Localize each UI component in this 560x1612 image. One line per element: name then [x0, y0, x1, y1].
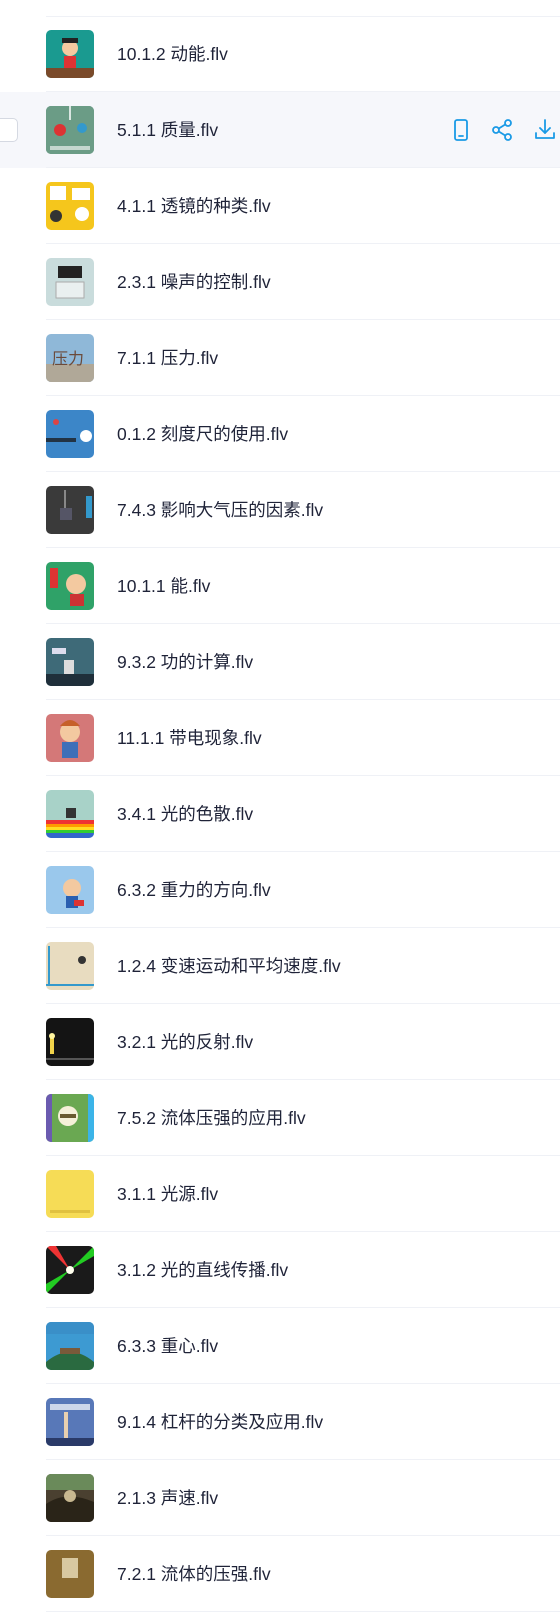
file-row[interactable]: 10.1.1 能.flv — [0, 548, 560, 624]
thumb-mass — [46, 106, 94, 154]
thumb-fluid2 — [46, 1550, 94, 1598]
file-row[interactable]: 6.3.2 重力的方向.flv — [0, 852, 560, 928]
thumb-speed — [46, 942, 94, 990]
download-icon — [532, 117, 558, 143]
thumb-cog — [46, 1322, 94, 1370]
file-name[interactable]: 3.1.2 光的直线传播.flv — [117, 1259, 288, 1281]
row-actions — [448, 117, 560, 143]
file-row[interactable]: 2.1.3 声速.flv — [0, 1460, 560, 1536]
thumb-light — [46, 1170, 94, 1218]
file-name[interactable]: 4.1.1 透镜的种类.flv — [117, 195, 271, 217]
svg-text:压力: 压力 — [52, 349, 84, 368]
file-row[interactable]: 2.3.1 噪声的控制.flv — [0, 244, 560, 320]
file-name[interactable]: 5.1.1 质量.flv — [117, 119, 218, 141]
thumb-energy — [46, 562, 94, 610]
thumb-disp — [46, 790, 94, 838]
file-name[interactable]: 3.1.1 光源.flv — [117, 1183, 218, 1205]
file-name[interactable]: 2.3.1 噪声的控制.flv — [117, 271, 271, 293]
thumb-work — [46, 638, 94, 686]
file-name[interactable]: 9.1.4 杠杆的分类及应用.flv — [117, 1411, 323, 1433]
thumb-gravity — [46, 866, 94, 914]
thumb-pressure: 压力 — [46, 334, 94, 382]
file-row[interactable]: 5.1.1 质量.flv — [0, 92, 560, 168]
file-row[interactable]: 1.2.4 变速运动和平均速度.flv — [0, 928, 560, 1004]
file-name[interactable]: 10.1.2 动能.flv — [117, 43, 228, 65]
file-row[interactable]: 压力 7.1.1 压力.flv — [0, 320, 560, 396]
thumb-lever — [46, 1398, 94, 1446]
file-row[interactable]: 7.5.2 流体压强的应用.flv — [0, 1080, 560, 1156]
file-row[interactable]: 3.1.1 光源.flv — [0, 1156, 560, 1232]
file-row[interactable]: 3.2.1 光的反射.flv — [0, 1004, 560, 1080]
file-row[interactable]: 4.1.1 透镜的种类.flv — [0, 168, 560, 244]
thumb-noise — [46, 258, 94, 306]
file-name[interactable]: 7.4.3 影响大气压的因素.flv — [117, 499, 323, 521]
share-icon — [489, 117, 515, 143]
file-name[interactable]: 11.1.1 带电现象.flv — [117, 727, 262, 749]
thumb-straight — [46, 1246, 94, 1294]
file-name[interactable]: 10.1.1 能.flv — [117, 575, 210, 597]
file-row[interactable]: 10.1.2 动能.flv — [0, 16, 560, 92]
thumb-ruler — [46, 410, 94, 458]
file-name[interactable]: 6.3.2 重力的方向.flv — [117, 879, 271, 901]
file-row[interactable]: 9.3.2 功的计算.flv — [0, 624, 560, 700]
file-name[interactable]: 3.4.1 光的色散.flv — [117, 803, 253, 825]
mobile-icon — [448, 117, 474, 143]
file-row[interactable]: 3.1.2 光的直线传播.flv — [0, 1232, 560, 1308]
file-row[interactable]: 11.1.1 带电现象.flv — [0, 700, 560, 776]
file-name[interactable]: 6.3.3 重心.flv — [117, 1335, 218, 1357]
file-name[interactable]: 2.1.3 声速.flv — [117, 1487, 218, 1509]
thumb-atm — [46, 486, 94, 534]
file-row[interactable]: 6.3.3 重心.flv — [0, 1308, 560, 1384]
thumb-reflect — [46, 1018, 94, 1066]
send-to-phone-button[interactable] — [448, 117, 474, 143]
thumb-fluid — [46, 1094, 94, 1142]
file-name[interactable]: 9.3.2 功的计算.flv — [117, 651, 253, 673]
file-name[interactable]: 7.1.1 压力.flv — [117, 347, 218, 369]
file-row[interactable]: 9.1.4 杠杆的分类及应用.flv — [0, 1384, 560, 1460]
file-name[interactable]: 7.5.2 流体压强的应用.flv — [117, 1107, 306, 1129]
file-name[interactable]: 7.2.1 流体的压强.flv — [117, 1563, 271, 1585]
file-name[interactable]: 1.2.4 变速运动和平均速度.flv — [117, 955, 341, 977]
thumb-charge — [46, 714, 94, 762]
thumb-lens — [46, 182, 94, 230]
thumb-sound — [46, 1474, 94, 1522]
file-name[interactable]: 3.2.1 光的反射.flv — [117, 1031, 253, 1053]
file-row[interactable]: 7.4.3 影响大气压的因素.flv — [0, 472, 560, 548]
file-row[interactable]: 0.1.2 刻度尺的使用.flv — [0, 396, 560, 472]
file-name[interactable]: 0.1.2 刻度尺的使用.flv — [117, 423, 288, 445]
thumb-ke — [46, 30, 94, 78]
file-row[interactable]: 7.2.1 流体的压强.flv — [0, 1536, 560, 1612]
select-checkbox[interactable] — [0, 118, 18, 142]
share-button[interactable] — [489, 117, 515, 143]
download-button[interactable] — [532, 117, 558, 143]
file-row[interactable]: 3.4.1 光的色散.flv — [0, 776, 560, 852]
row-divider — [46, 16, 560, 17]
